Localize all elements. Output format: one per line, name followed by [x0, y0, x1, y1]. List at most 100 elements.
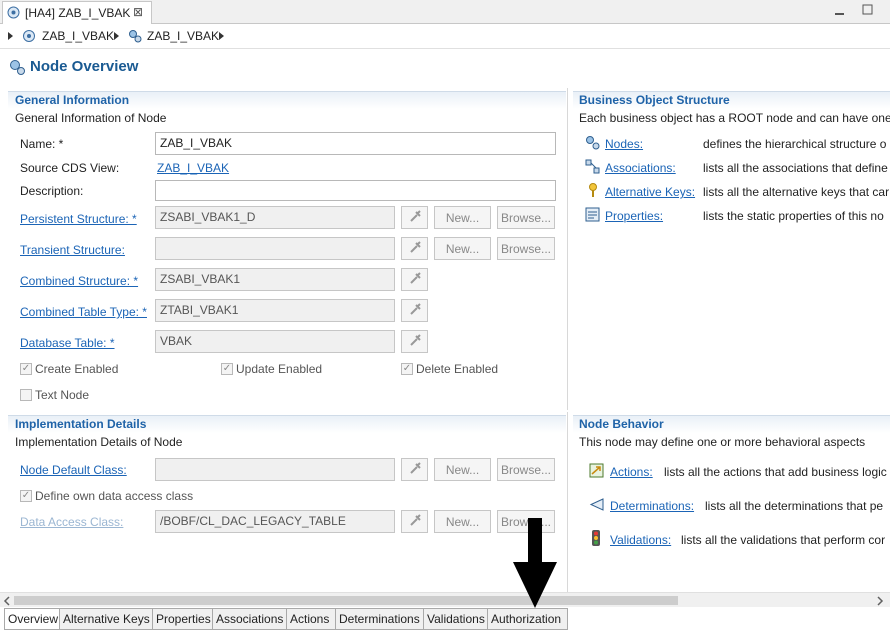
create-enabled-label: Create Enabled: [35, 362, 119, 376]
section-title: General Information: [15, 93, 130, 107]
nodes-description: defines the hierarchical structure o: [703, 137, 887, 151]
wrench-icon[interactable]: [401, 237, 428, 260]
alternative-keys-link[interactable]: Alternative Keys:: [605, 185, 695, 199]
properties-icon: [585, 207, 600, 225]
close-icon[interactable]: ⊠: [133, 5, 143, 19]
persistent-structure-field[interactable]: ZSABI_VBAK1_D: [155, 206, 395, 229]
chevron-right-icon[interactable]: [219, 32, 224, 40]
nodes-link[interactable]: Nodes:: [605, 137, 643, 151]
update-enabled-label: Update Enabled: [236, 362, 323, 376]
browse-button[interactable]: Browse...: [497, 237, 555, 260]
combined-structure-field[interactable]: ZSABI_VBAK1: [155, 268, 395, 291]
combined-table-type-field[interactable]: ZTABI_VBAK1: [155, 299, 395, 322]
validations-link[interactable]: Validations:: [610, 533, 671, 547]
data-access-class-link[interactable]: Data Access Class:: [20, 515, 123, 529]
chevron-right-icon[interactable]: [114, 32, 119, 40]
combined-table-type-link[interactable]: Combined Table Type: *: [20, 305, 147, 319]
source-cds-view-label: Source CDS View:: [20, 161, 120, 175]
delete-enabled-label: Delete Enabled: [416, 362, 499, 376]
column-divider: [567, 412, 568, 592]
update-enabled-checkbox[interactable]: ✓: [221, 363, 233, 375]
wrench-icon[interactable]: [401, 330, 428, 353]
tab-alternative-keys[interactable]: Alternative Keys: [60, 608, 153, 630]
create-enabled-checkbox[interactable]: ✓: [20, 363, 32, 375]
data-access-class-field[interactable]: /BOBF/CL_DAC_LEGACY_TABLE: [155, 510, 395, 533]
actions-description: lists all the actions that add business …: [664, 465, 887, 479]
section-title: Node Behavior: [579, 417, 664, 431]
wrench-icon[interactable]: [401, 458, 428, 481]
delete-enabled-checkbox[interactable]: ✓: [401, 363, 413, 375]
horizontal-scrollbar[interactable]: [0, 592, 890, 607]
node-icon: [128, 29, 142, 46]
description-label: Description:: [20, 184, 84, 198]
associations-link[interactable]: Associations:: [605, 161, 676, 175]
persistent-structure-link[interactable]: Persistent Structure: *: [20, 212, 137, 226]
determinations-link[interactable]: Determinations:: [610, 499, 694, 513]
breadcrumb-item[interactable]: ZAB_I_VBAK: [147, 29, 219, 43]
tab-validations[interactable]: Validations: [424, 608, 488, 630]
column-divider: [567, 88, 568, 410]
traffic-light-icon: [591, 530, 601, 549]
name-label: Name: *: [20, 137, 64, 151]
editor-tab[interactable]: [HA4] ZAB_I_VBAK ⊠: [2, 1, 152, 24]
breadcrumb-item[interactable]: ZAB_I_VBAK: [42, 29, 114, 43]
new-button[interactable]: New...: [434, 510, 491, 533]
alternative-keys-description: lists all the alternative keys that car: [703, 185, 890, 199]
section-description: Implementation Details of Node: [15, 435, 183, 449]
chevron-right-icon[interactable]: [8, 32, 13, 40]
section-description: This node may define one or more behavio…: [579, 435, 866, 449]
section-description: Each business object has a ROOT node and…: [579, 111, 890, 125]
wrench-icon[interactable]: [401, 206, 428, 229]
tab-properties[interactable]: Properties: [153, 608, 213, 630]
own-access-class-checkbox[interactable]: ✓: [20, 490, 32, 502]
wrench-icon[interactable]: [401, 510, 428, 533]
node-default-class-field[interactable]: [155, 458, 395, 481]
business-object-icon: [22, 29, 36, 46]
transient-structure-field[interactable]: [155, 237, 395, 260]
database-table-field[interactable]: VBAK: [155, 330, 395, 353]
name-field[interactable]: ZAB_I_VBAK: [155, 132, 556, 155]
section-description: General Information of Node: [15, 111, 167, 125]
tab-overview[interactable]: Overview: [4, 608, 60, 630]
actions-link[interactable]: Actions:: [610, 465, 653, 479]
section-title: Implementation Details: [15, 417, 147, 431]
database-table-link[interactable]: Database Table: *: [20, 336, 115, 350]
text-node-checkbox[interactable]: [20, 389, 32, 401]
breadcrumb: ZAB_I_VBAK ZAB_I_VBAK: [0, 24, 890, 49]
transient-structure-link[interactable]: Transient Structure:: [20, 243, 125, 257]
determinations-icon: [589, 497, 604, 515]
tab-determinations[interactable]: Determinations: [336, 608, 424, 630]
own-access-class-label: Define own data access class: [35, 489, 194, 503]
new-button[interactable]: New...: [434, 206, 491, 229]
minimize-icon[interactable]: [834, 4, 846, 19]
page-title: Node Overview: [30, 58, 139, 75]
description-field[interactable]: [155, 180, 556, 201]
associations-icon: [585, 159, 600, 177]
new-button[interactable]: New...: [434, 237, 491, 260]
scroll-left-icon[interactable]: [3, 595, 11, 609]
key-icon: [587, 183, 599, 201]
validations-description: lists all the validations that perform c…: [681, 533, 886, 547]
node-icon: [9, 59, 26, 79]
section-title: Business Object Structure: [579, 93, 730, 107]
scrollbar-thumb[interactable]: [14, 596, 678, 605]
business-object-icon: [7, 6, 20, 22]
browse-button[interactable]: Browse...: [497, 206, 555, 229]
scroll-right-icon[interactable]: [876, 595, 884, 609]
node-default-class-link[interactable]: Node Default Class:: [20, 463, 127, 477]
new-button[interactable]: New...: [434, 458, 491, 481]
tab-actions[interactable]: Actions: [287, 608, 336, 630]
properties-link[interactable]: Properties:: [605, 209, 663, 223]
determinations-description: lists all the determinations that pe: [705, 499, 884, 513]
maximize-icon[interactable]: [862, 4, 874, 19]
wrench-icon[interactable]: [401, 268, 428, 291]
source-cds-view-link[interactable]: ZAB_I_VBAK: [157, 161, 229, 175]
wrench-icon[interactable]: [401, 299, 428, 322]
combined-structure-link[interactable]: Combined Structure: *: [20, 274, 138, 288]
actions-icon: [589, 463, 604, 481]
tab-authorization[interactable]: Authorization: [488, 608, 568, 630]
nodes-icon: [585, 135, 600, 153]
editor-tab-bar: [HA4] ZAB_I_VBAK ⊠: [0, 0, 890, 24]
tab-associations[interactable]: Associations: [213, 608, 287, 630]
browse-button[interactable]: Browse...: [497, 458, 555, 481]
